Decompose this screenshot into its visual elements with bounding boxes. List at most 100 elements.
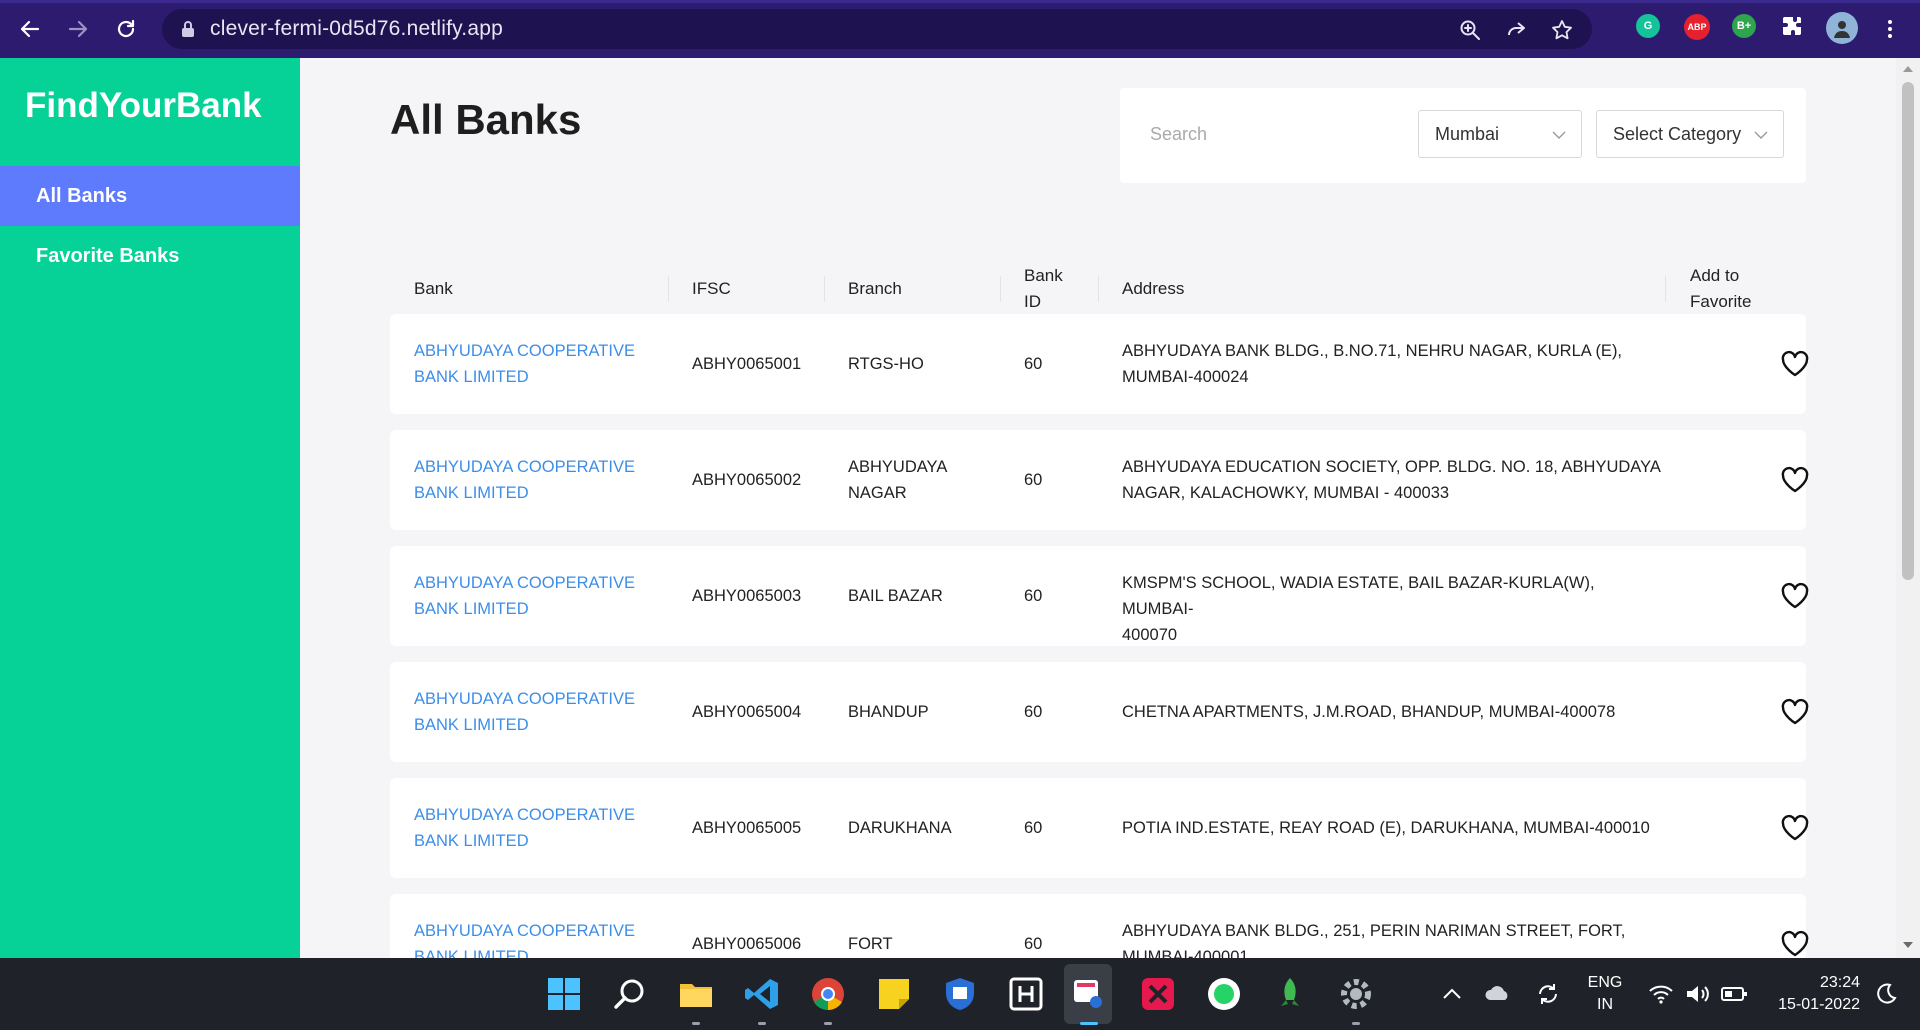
profile-avatar[interactable] (1826, 12, 1858, 44)
bank-name-link[interactable]: ABHYUDAYA COOPERATIVE BANK LIMITED (414, 918, 644, 958)
column-header-bank: Bank (414, 279, 453, 298)
heart-icon[interactable] (1780, 698, 1810, 726)
zoom-icon[interactable] (1458, 18, 1482, 42)
clock[interactable]: 23:24 15-01-2022 (1764, 972, 1860, 1016)
chevron-up-icon[interactable] (1440, 982, 1464, 1006)
moon-icon[interactable] (1874, 982, 1898, 1006)
url-text: clever-fermi-0d5d76.netlify.app (210, 17, 503, 40)
bank-name-line: BANK LIMITED (414, 484, 529, 502)
branch-line: BHANDUP (848, 703, 929, 721)
heart-icon[interactable] (1780, 814, 1810, 842)
table-row: ABHYUDAYA COOPERATIVE BANK LIMITED ABHY00… (390, 778, 1809, 878)
rocket-app-icon[interactable] (1272, 976, 1308, 1012)
security-shield-icon[interactable] (942, 976, 978, 1012)
app-pink-icon[interactable] (1140, 976, 1176, 1012)
clock-date: 15-01-2022 (1778, 996, 1860, 1013)
heart-icon[interactable] (1780, 582, 1810, 610)
search-input[interactable] (1150, 112, 1410, 156)
bank-id-cell: 60 (1024, 819, 1043, 837)
address-cell: ABHYUDAYA BANK BLDG., 251, PERIN NARIMAN… (1122, 918, 1662, 958)
category-select[interactable]: Select Category (1596, 110, 1784, 158)
sticky-notes-icon[interactable] (876, 976, 912, 1012)
branch-cell: BHANDUP (848, 699, 978, 725)
browser-menu-icon[interactable] (1878, 17, 1902, 41)
running-indicator (1352, 1022, 1360, 1025)
back-button[interactable] (8, 7, 52, 51)
bank-name-line: ABHYUDAYA COOPERATIVE (414, 922, 635, 940)
column-divider (1098, 276, 1099, 302)
search-icon[interactable] (612, 976, 648, 1012)
branch-cell: DARUKHANA (848, 815, 978, 841)
sidebar-item-all-banks[interactable]: All Banks (0, 166, 300, 226)
address-line: ABHYUDAYA BANK BLDG., B.NO.71, NEHRU NAG… (1122, 342, 1623, 360)
bank-name-link[interactable]: ABHYUDAYA COOPERATIVE BANK LIMITED (414, 686, 644, 738)
bank-id-cell: 60 (1024, 471, 1043, 489)
bank-name-link[interactable]: ABHYUDAYA COOPERATIVE BANK LIMITED (414, 802, 644, 854)
bank-name-link[interactable]: ABHYUDAYA COOPERATIVE BANK LIMITED (414, 570, 644, 622)
address-bar[interactable]: clever-fermi-0d5d76.netlify.app (162, 9, 1592, 49)
scroll-up-arrow-icon[interactable] (1903, 66, 1913, 72)
chevron-down-icon (1552, 131, 1566, 139)
snipping-tool-icon[interactable] (1070, 976, 1106, 1012)
bank-name-line: BANK LIMITED (414, 368, 529, 386)
bookmark-star-icon[interactable] (1550, 18, 1574, 42)
focus-app-icon[interactable] (1008, 976, 1044, 1012)
heart-icon[interactable] (1780, 350, 1810, 378)
adblock-extension-icon[interactable]: ABP (1684, 14, 1710, 40)
scroll-down-arrow-icon[interactable] (1903, 942, 1913, 948)
back-arrow-icon (20, 20, 40, 38)
extensions-puzzle-icon[interactable] (1780, 14, 1804, 38)
running-indicator (824, 1022, 832, 1025)
reload-icon (117, 19, 135, 38)
vertical-scrollbar[interactable] (1896, 58, 1920, 958)
branch-line: NAGAR (848, 484, 907, 502)
branch-cell: ABHYUDAYA NAGAR (848, 454, 978, 506)
city-select[interactable]: Mumbai (1418, 110, 1582, 158)
column-divider (824, 276, 825, 302)
wifi-icon[interactable] (1648, 982, 1674, 1006)
column-divider (1000, 276, 1001, 302)
page-title: All Banks (390, 96, 582, 143)
vscode-icon[interactable] (744, 976, 780, 1012)
region-code: IN (1597, 996, 1613, 1013)
settings-gear-icon[interactable] (1338, 976, 1374, 1012)
ifsc-cell: ABHY0065004 (692, 703, 802, 721)
sidebar-item-label: Favorite Banks (36, 244, 180, 267)
bank-name-link[interactable]: ABHYUDAYA COOPERATIVE BANK LIMITED (414, 338, 644, 390)
sidebar-item-favorite-banks[interactable]: Favorite Banks (0, 226, 300, 286)
language-indicator[interactable]: ENG IN (1582, 972, 1628, 1016)
brand-logo-text[interactable]: FindYourBank (25, 86, 262, 126)
bplus-extension-icon[interactable]: B+ (1732, 14, 1756, 38)
browser-toolbar: clever-fermi-0d5d76.netlify.app G ABP B+ (0, 0, 1920, 58)
heart-icon[interactable] (1780, 466, 1810, 494)
file-explorer-icon[interactable] (678, 976, 714, 1012)
ifsc-cell: ABHY0065006 (692, 935, 802, 953)
grammarly-extension-icon[interactable]: G (1636, 14, 1660, 38)
reload-button[interactable] (104, 7, 148, 51)
branch-line: DARUKHANA (848, 819, 952, 837)
branch-cell: BAIL BAZAR (848, 583, 978, 609)
column-header-ifsc: IFSC (692, 279, 731, 298)
tab-strip-edge (0, 0, 1920, 3)
main-content: All Banks Mumbai Select Category Bank IF… (300, 58, 1896, 958)
table-row: ABHYUDAYA COOPERATIVE BANK LIMITED ABHY00… (390, 894, 1809, 958)
scrollbar-thumb[interactable] (1902, 82, 1914, 580)
address-cell: POTIA IND.ESTATE, REAY ROAD (E), DARUKHA… (1122, 815, 1662, 841)
forward-button[interactable] (56, 7, 100, 51)
branch-line: RTGS-HO (848, 355, 924, 373)
bank-name-line: ABHYUDAYA COOPERATIVE (414, 690, 635, 708)
share-icon[interactable] (1504, 18, 1528, 42)
table-row: ABHYUDAYA COOPERATIVE BANK LIMITED ABHY00… (390, 662, 1809, 762)
address-line: ABHYUDAYA EDUCATION SOCIETY, OPP. BLDG. … (1122, 458, 1661, 476)
volume-icon[interactable] (1684, 982, 1710, 1006)
heart-icon[interactable] (1780, 930, 1810, 958)
onedrive-cloud-icon[interactable] (1484, 982, 1512, 1006)
bank-name-line: BANK LIMITED (414, 600, 529, 618)
windows-start-icon[interactable] (546, 976, 582, 1012)
sync-icon[interactable] (1534, 980, 1562, 1008)
chrome-icon[interactable] (810, 976, 846, 1012)
bank-name-link[interactable]: ABHYUDAYA COOPERATIVE BANK LIMITED (414, 454, 644, 506)
address-line: MUMBAI-400024 (1122, 368, 1249, 386)
battery-icon[interactable] (1720, 982, 1748, 1006)
whatsapp-icon[interactable] (1206, 976, 1242, 1012)
